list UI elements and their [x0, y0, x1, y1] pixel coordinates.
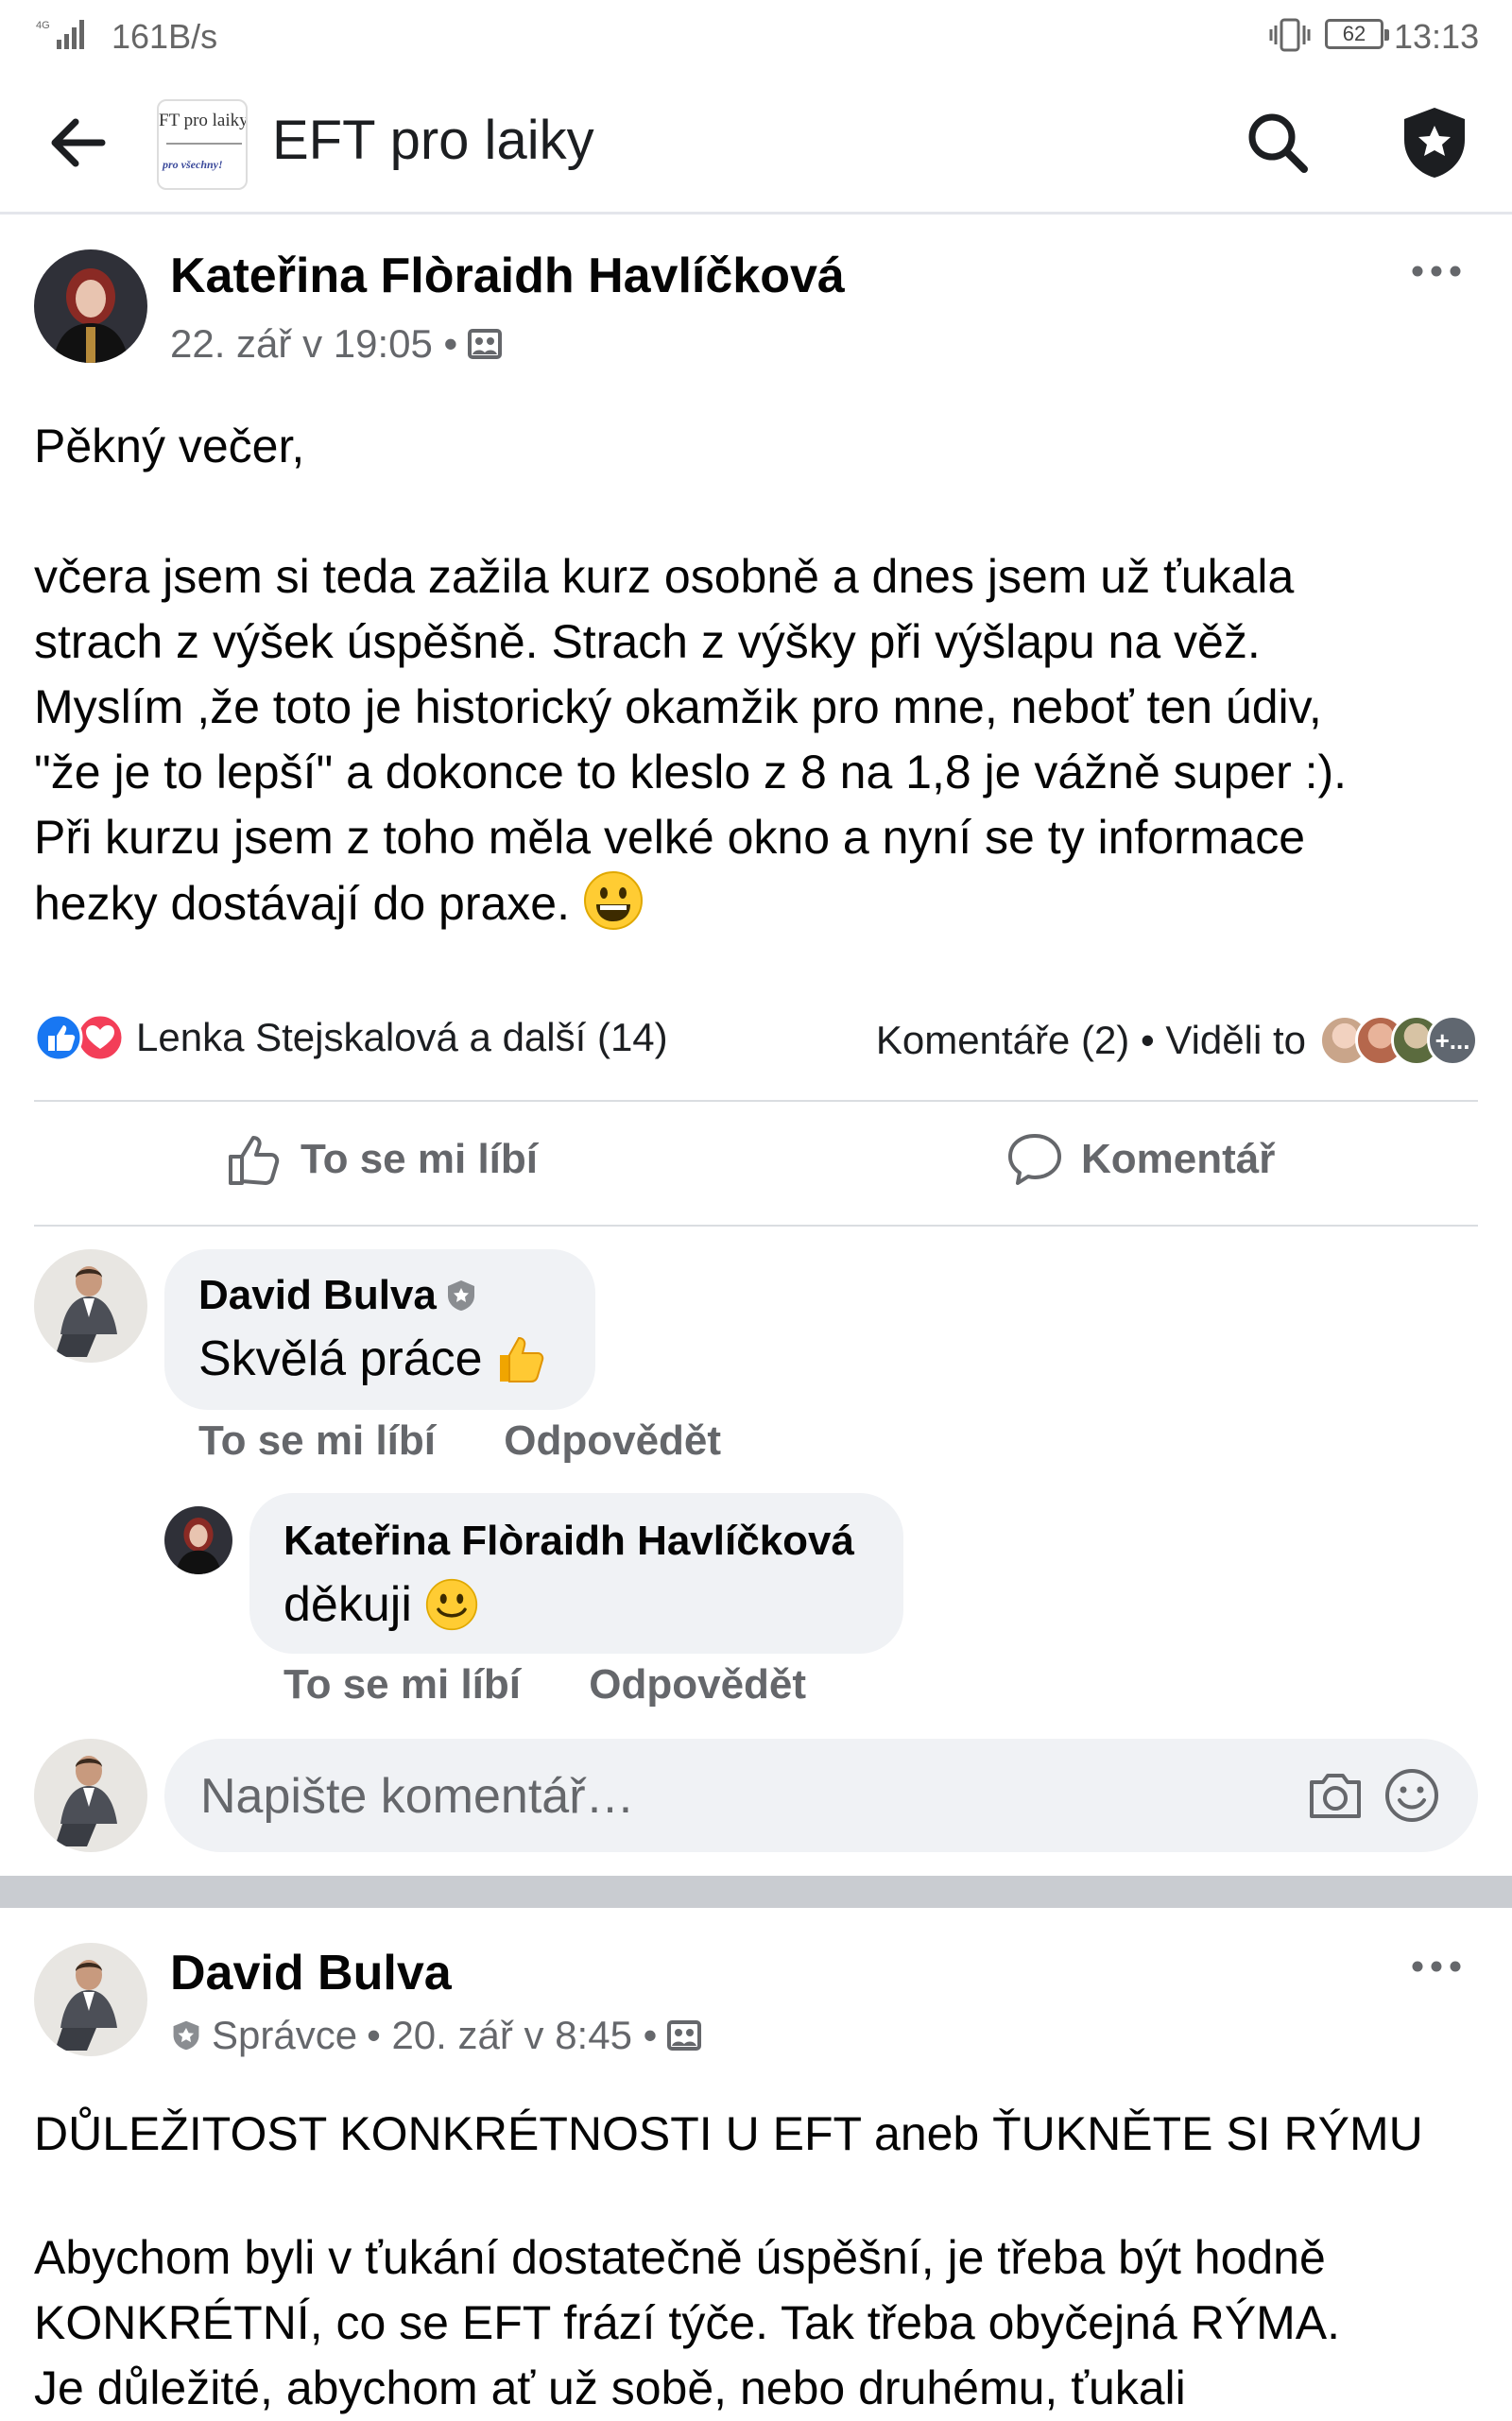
reply-author-avatar[interactable] — [164, 1506, 232, 1574]
reply-actions: To se mi líbí Odpovědět — [284, 1661, 863, 1708]
post-text: DŮLEŽITOST KONKRÉTNOSTI U EFT aneb ŤUKNĚ… — [34, 2102, 1499, 2421]
comment-bubble[interactable]: David Bulva Skvělá práce — [164, 1249, 595, 1410]
post-author[interactable]: David Bulva — [170, 1945, 452, 2001]
reply-text: děkuji — [284, 1577, 412, 1632]
grinning-emoji-icon — [583, 871, 643, 930]
reactions-bar: Lenka Stejskalová a další (14) Komentáře… — [34, 1002, 1478, 1068]
reply-author[interactable]: Kateřina Flòraidh Havlíčková — [284, 1518, 854, 1565]
vibrate-icon — [1269, 18, 1311, 52]
signal-label: 4G — [36, 20, 50, 31]
post-timestamp[interactable]: • 20. zář v 8:45 • — [367, 2013, 657, 2058]
like-button-label: To se mi líbí — [301, 1136, 539, 1182]
post-meta: Správce • 20. zář v 8:45 • — [170, 2013, 702, 2058]
post-role: Správce — [212, 2013, 358, 2057]
post-line: hezky dostávají do praxe. — [34, 877, 570, 930]
signal-icon: 4G — [36, 20, 84, 49]
group-title[interactable]: EFT pro laiky — [272, 109, 594, 172]
divider — [34, 1100, 1478, 1102]
more-options-icon[interactable] — [1408, 1952, 1465, 1981]
comment-author[interactable]: David Bulva — [198, 1272, 476, 1319]
app-bar: FT pro laiky pro všechny! EFT pro laiky — [0, 71, 1512, 215]
admin-badge-icon — [173, 2020, 199, 2051]
smiling-emoji-icon — [425, 1578, 477, 1631]
comments-seen: Komentáře (2) • Viděli to +... — [876, 1015, 1478, 1066]
thumbs-up-emoji-icon — [499, 1336, 543, 1382]
comment-author-name: David Bulva — [198, 1272, 437, 1318]
admin-shield-icon[interactable] — [1399, 105, 1470, 180]
author-avatar[interactable] — [34, 249, 147, 363]
post-timestamp[interactable]: 22. zář v 19:05 • — [170, 321, 457, 367]
reply-text-row: děkuji — [284, 1576, 478, 1633]
post-line: KONKRÉTNÍ, co se EFT frází týče. Tak tře… — [34, 2296, 1340, 2349]
reply-author-name: Kateřina Flòraidh Havlíčková — [284, 1518, 854, 1564]
post-author[interactable]: Kateřina Flòraidh Havlíčková — [170, 248, 845, 304]
post-greeting: Pěkný večer, — [34, 420, 305, 472]
post-headline: DŮLEŽITOST KONKRÉTNOSTI U EFT aneb ŤUKNĚ… — [34, 2107, 1423, 2160]
comment-text: Skvělá práce — [198, 1331, 483, 1386]
commenter-avatar[interactable] — [34, 1249, 147, 1363]
post-line: Při kurzu jsem z toho měla velké okno a … — [34, 811, 1306, 864]
post-line: Abychom byli v ťukání dostatečně úspěšní… — [34, 2231, 1326, 2284]
post-meta: 22. zář v 19:05 • — [170, 321, 503, 367]
reactions-names[interactable]: Lenka Stejskalová a další (14) — [136, 1015, 668, 1060]
seen-more-badge: +... — [1427, 1015, 1478, 1066]
like-love-reactions-icon[interactable] — [34, 1013, 129, 1062]
current-user-avatar — [34, 1739, 147, 1852]
members-privacy-icon — [667, 2020, 702, 2051]
comment-text-row: Skvělá práce — [198, 1331, 545, 1387]
comment-like-link[interactable]: To se mi líbí — [198, 1417, 436, 1464]
reply-like-link[interactable]: To se mi líbí — [284, 1661, 521, 1708]
group-logo[interactable]: FT pro laiky pro všechny! — [157, 99, 248, 190]
network-speed: 161B/s — [112, 17, 218, 56]
more-options-icon[interactable] — [1408, 257, 1465, 285]
post-separator — [0, 1876, 1512, 1908]
group-logo-text: FT pro laiky — [159, 111, 248, 130]
comment-button[interactable]: Komentář — [1005, 1130, 1275, 1189]
admin-badge-icon — [447, 1280, 474, 1311]
post-line: Je důležité, abychom ať už sobě, nebo dr… — [34, 2361, 1186, 2414]
group-logo-subtext: pro všechny! — [163, 158, 223, 171]
post-actions: To se mi líbí Komentář — [34, 1107, 1478, 1211]
members-privacy-icon — [468, 329, 503, 359]
clock: 13:13 — [1394, 17, 1480, 56]
battery-icon: 62 — [1325, 19, 1389, 49]
post-line: strach z výšek úspěšně. Strach z výšky p… — [34, 615, 1261, 668]
back-arrow-icon[interactable] — [49, 116, 106, 169]
post-line: Myslím ,že toto je historický okamžik pr… — [34, 680, 1322, 733]
comment-button-label: Komentář — [1081, 1136, 1276, 1182]
post-text: Pěkný večer, včera jsem si teda zažila k… — [34, 414, 1489, 936]
author-avatar[interactable] — [34, 1943, 147, 2056]
seen-by-avatars[interactable]: +... — [1319, 1015, 1478, 1066]
search-icon[interactable] — [1246, 111, 1310, 175]
comment-input[interactable] — [198, 1763, 1143, 1829]
post-line: včera jsem si teda zažila kurz osobně a … — [34, 550, 1295, 603]
reply-reply-link[interactable]: Odpovědět — [589, 1661, 806, 1708]
status-bar: 4G 161B/s 62 13:13 — [0, 0, 1512, 71]
comment-bubble-icon — [1008, 1134, 1061, 1185]
emoji-picker-icon[interactable] — [1383, 1767, 1440, 1824]
comment-reply-link[interactable]: Odpovědět — [504, 1417, 721, 1464]
comment-actions: To se mi líbí Odpovědět — [198, 1417, 778, 1465]
thumbs-up-icon — [229, 1136, 280, 1185]
like-button[interactable]: To se mi líbí — [225, 1130, 538, 1189]
camera-icon[interactable] — [1306, 1767, 1365, 1824]
reply-bubble[interactable]: Kateřina Flòraidh Havlíčková děkuji — [249, 1493, 903, 1654]
post-line: "že je to lepší" a dokonce to kleslo z 8… — [34, 746, 1348, 798]
comments-count[interactable]: Komentáře (2) • Viděli to — [876, 1018, 1306, 1063]
comment-composer — [164, 1739, 1478, 1852]
divider — [34, 1225, 1478, 1227]
